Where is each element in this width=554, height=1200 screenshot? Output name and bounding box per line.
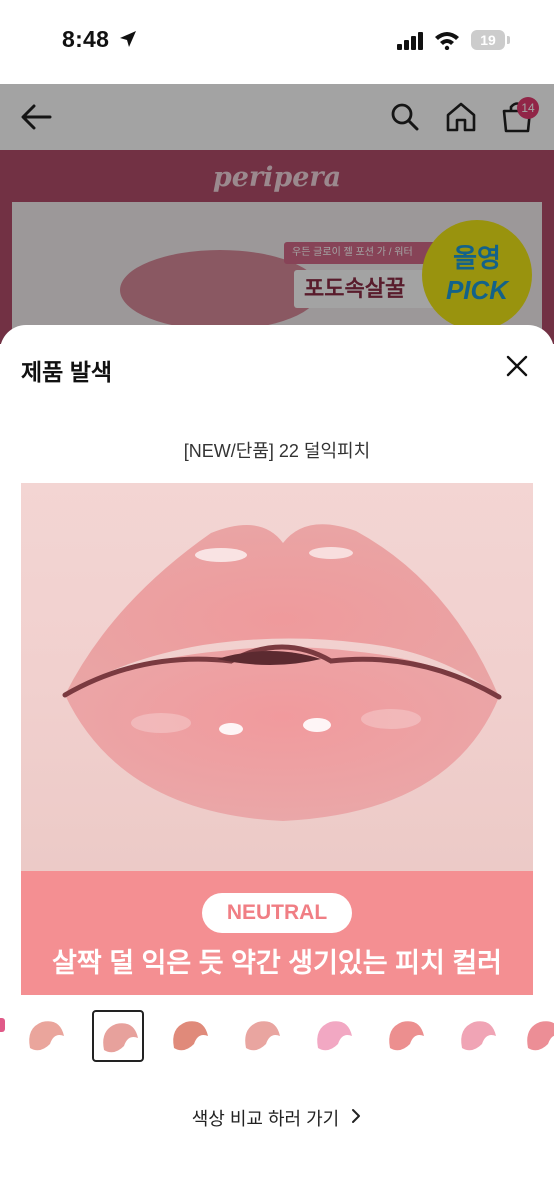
swatch-7[interactable]	[452, 1010, 504, 1062]
product-name: [NEW/단품] 22 덜익피치	[183, 441, 371, 461]
battery-indicator: 19	[471, 30, 505, 50]
swatch-3[interactable]	[164, 1010, 216, 1062]
close-button[interactable]	[502, 351, 532, 381]
color-caption: 살짝 덜 익은 듯 약간 생기있는 피치 컬러	[52, 948, 502, 978]
tone-label: NEUTRAL	[202, 893, 352, 933]
swatch-6[interactable]	[380, 1010, 432, 1062]
swatch-4[interactable]	[236, 1010, 288, 1062]
status-bar: 8:48 19	[0, 0, 554, 84]
swatch-1[interactable]	[20, 1010, 72, 1062]
battery-tip	[507, 36, 510, 44]
signal-icon	[397, 32, 425, 55]
modal-overlay[interactable]	[0, 84, 554, 344]
sheet-title: 제품 발색	[21, 359, 113, 385]
compare-colors-label: 색상 비교 하러 가기	[191, 1109, 340, 1129]
swatch-image: NEUTRAL 살짝 덜 익은 듯 약간 생기있는 피치 컬러	[21, 483, 533, 995]
color-swatch-sheet: 제품 발색 [NEW/단품] 22 덜익피치 NEUTRAL 살짝 덜 익은 듯…	[0, 325, 554, 1200]
status-time: 8:48	[62, 26, 110, 52]
swatch-row[interactable]	[0, 1008, 554, 1064]
swatch-8[interactable]	[518, 1010, 554, 1062]
scroll-indicator	[0, 1018, 5, 1032]
lip-image	[62, 524, 502, 821]
wifi-icon	[434, 30, 460, 55]
swatch-5[interactable]	[308, 1010, 360, 1062]
chevron-right-icon	[350, 1108, 362, 1129]
caption-band: NEUTRAL 살짝 덜 익은 듯 약간 생기있는 피치 컬러	[21, 871, 533, 995]
close-icon	[506, 355, 528, 377]
location-arrow-icon	[119, 30, 137, 53]
swatch-2[interactable]	[92, 1010, 144, 1062]
compare-colors-link[interactable]: 색상 비교 하러 가기	[0, 1105, 554, 1131]
